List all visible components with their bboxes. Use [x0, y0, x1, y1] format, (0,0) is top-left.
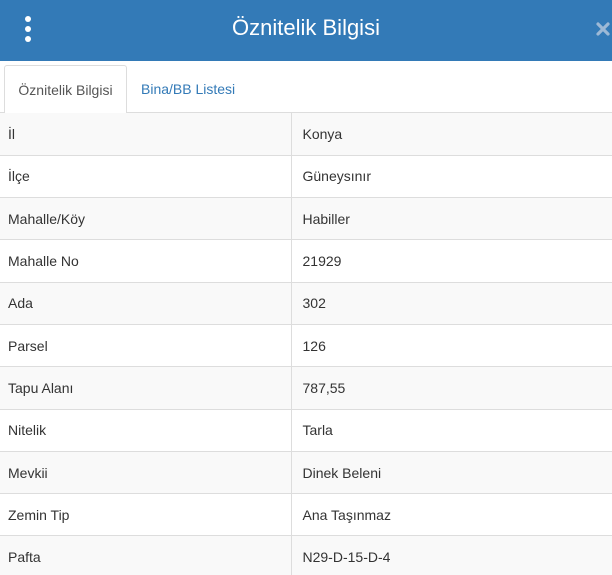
table-row: Pafta N29-D-15-D-4: [0, 535, 612, 575]
attribute-table-container: İl Konya İlçe Güneysınır Mahalle/Köy Hab…: [0, 113, 612, 575]
table-row: Tapu Alanı 787,55: [0, 366, 612, 410]
attribute-value: Güneysınır: [302, 168, 371, 185]
table-row: Ada 302: [0, 282, 612, 325]
attribute-key: İlçe: [0, 155, 292, 198]
dialog-title: Öznitelik Bilgisi: [232, 15, 380, 40]
table-row: Parsel 126: [0, 324, 612, 367]
attribute-value: N29-D-15-D-4: [302, 549, 391, 566]
table-row: Nitelik Tarla: [0, 409, 612, 452]
attribute-table: İl Konya İlçe Güneysınır Mahalle/Köy Hab…: [0, 113, 612, 575]
table-row: İl Konya: [0, 113, 612, 156]
attribute-key: Parsel: [0, 324, 292, 367]
attribute-key: Pafta: [0, 535, 292, 575]
attribute-key: Mahalle/Köy: [0, 197, 292, 240]
attribute-key: Zemin Tip: [0, 493, 292, 536]
attribute-key: Tapu Alanı: [0, 366, 292, 410]
close-icon[interactable]: [592, 14, 612, 44]
attribute-key: İl: [0, 113, 292, 156]
table-row: Mahalle/Köy Habiller: [0, 197, 612, 240]
table-row: Mevkii Dinek Beleni: [0, 451, 612, 494]
attribute-key: Ada: [0, 282, 292, 325]
attribute-key: Mahalle No: [0, 239, 292, 283]
attribute-value: 787,55: [302, 379, 346, 396]
tab-oznitelik-bilgisi[interactable]: Öznitelik Bilgisi: [4, 65, 127, 114]
attribute-value: Habiller: [302, 210, 350, 227]
attribute-value: Ana Taşınmaz: [302, 506, 391, 523]
attribute-value: 126: [302, 337, 326, 354]
tab-bar: Öznitelik Bilgisi Bina/BB Listesi: [0, 61, 612, 114]
table-row: İlçe Güneysınır: [0, 155, 612, 198]
attribute-value: 21929: [302, 253, 342, 270]
dialog-header: Öznitelik Bilgisi: [0, 0, 612, 61]
attribute-key: Nitelik: [0, 409, 292, 452]
attribute-key: Mevkii: [0, 451, 292, 494]
attribute-value: 302: [302, 295, 326, 312]
table-row: Zemin Tip Ana Taşınmaz: [0, 493, 612, 536]
tab-bina-bb-listesi[interactable]: Bina/BB Listesi: [131, 65, 245, 114]
attribute-value: Tarla: [302, 422, 333, 439]
close-icon-glyph: [596, 22, 610, 36]
attribute-value: Dinek Beleni: [302, 464, 382, 481]
table-row: Mahalle No 21929: [0, 239, 612, 283]
attribute-value: Konya: [302, 125, 343, 142]
